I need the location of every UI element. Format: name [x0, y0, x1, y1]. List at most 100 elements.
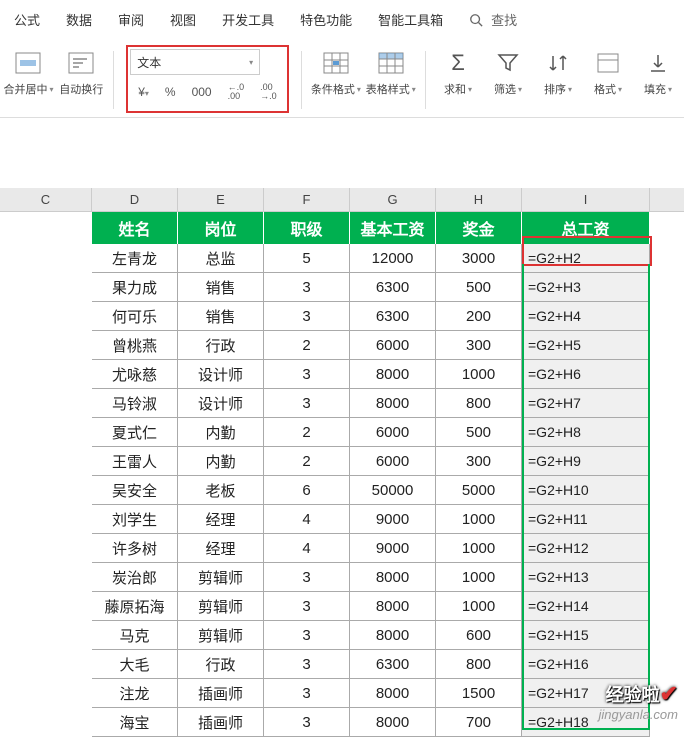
cell-name[interactable]: 许多树	[92, 534, 178, 563]
cell-name[interactable]: 何可乐	[92, 302, 178, 331]
col-header-c[interactable]: C	[0, 188, 92, 211]
cell-rank[interactable]: 3	[264, 360, 350, 389]
menu-devtools[interactable]: 开发工具	[218, 8, 278, 31]
cell-rank[interactable]: 3	[264, 302, 350, 331]
conditional-format-button[interactable]: 条件格式▾	[313, 47, 358, 113]
cell-position[interactable]: 插画师	[178, 708, 264, 737]
spreadsheet[interactable]: C D E F G H I 姓名 岗位 职级 基本工资 奖金 总工资 左青龙总监…	[0, 188, 684, 737]
cell-bonus[interactable]: 800	[436, 389, 522, 418]
cell-base[interactable]: 6300	[350, 650, 436, 679]
cell-bonus[interactable]: 1000	[436, 360, 522, 389]
col-header-i[interactable]: I	[522, 188, 650, 211]
cell-formula[interactable]: =G2+H5	[522, 331, 650, 360]
cell-formula[interactable]: =G2+H8	[522, 418, 650, 447]
cell-rank[interactable]: 3	[264, 679, 350, 708]
menu-data[interactable]: 数据	[62, 8, 96, 31]
cell-name[interactable]: 左青龙	[92, 244, 178, 273]
cell-formula[interactable]: =G2+H10	[522, 476, 650, 505]
cell-formula[interactable]: =G2+H15	[522, 621, 650, 650]
cell-formula[interactable]: =G2+H6	[522, 360, 650, 389]
cell-name[interactable]: 刘学生	[92, 505, 178, 534]
cell-base[interactable]: 8000	[350, 360, 436, 389]
cell-position[interactable]: 剪辑师	[178, 592, 264, 621]
cell-bonus[interactable]: 1500	[436, 679, 522, 708]
cell-formula[interactable]: =G2+H9	[522, 447, 650, 476]
fill-button[interactable]: 填充▾	[638, 47, 678, 113]
header-bonus[interactable]: 奖金	[436, 212, 522, 244]
cell-formula[interactable]: =G2+H12	[522, 534, 650, 563]
cell-base[interactable]: 8000	[350, 563, 436, 592]
cell-rank[interactable]: 3	[264, 621, 350, 650]
cell-name[interactable]: 马铃淑	[92, 389, 178, 418]
cell-base[interactable]: 6300	[350, 302, 436, 331]
cell-bonus[interactable]: 200	[436, 302, 522, 331]
cell[interactable]	[0, 534, 92, 563]
cell-position[interactable]: 行政	[178, 650, 264, 679]
cell-base[interactable]: 8000	[350, 389, 436, 418]
col-header-e[interactable]: E	[178, 188, 264, 211]
cell-base[interactable]: 9000	[350, 534, 436, 563]
cell-rank[interactable]: 2	[264, 418, 350, 447]
cell-position[interactable]: 经理	[178, 534, 264, 563]
cell-rank[interactable]: 3	[264, 592, 350, 621]
cell-position[interactable]: 销售	[178, 273, 264, 302]
cell-rank[interactable]: 3	[264, 273, 350, 302]
cell-bonus[interactable]: 500	[436, 273, 522, 302]
cell-name[interactable]: 尤咏慈	[92, 360, 178, 389]
percent-button[interactable]: %	[161, 83, 180, 101]
cell-bonus[interactable]: 300	[436, 447, 522, 476]
cell-bonus[interactable]: 700	[436, 708, 522, 737]
cell-rank[interactable]: 4	[264, 505, 350, 534]
cell[interactable]	[0, 331, 92, 360]
filter-button[interactable]: 筛选▾	[488, 47, 528, 113]
merge-center-button[interactable]: 合并居中▾	[6, 47, 51, 113]
cell-name[interactable]: 注龙	[92, 679, 178, 708]
cell-formula[interactable]: =G2+H14	[522, 592, 650, 621]
number-format-dropdown[interactable]: 文本 ▾	[130, 49, 260, 75]
cell-formula[interactable]: =G2+H4	[522, 302, 650, 331]
cell-rank[interactable]: 3	[264, 650, 350, 679]
table-style-button[interactable]: 表格样式▾	[368, 47, 413, 113]
format-button[interactable]: 格式▾	[588, 47, 628, 113]
header-position[interactable]: 岗位	[178, 212, 264, 244]
cell-rank[interactable]: 3	[264, 563, 350, 592]
cell[interactable]	[0, 447, 92, 476]
decrease-decimal-button[interactable]: .00→.0	[256, 81, 281, 103]
cell-position[interactable]: 内勤	[178, 447, 264, 476]
cell-name[interactable]: 吴安全	[92, 476, 178, 505]
menu-view[interactable]: 视图	[166, 8, 200, 31]
menu-features[interactable]: 特色功能	[296, 8, 356, 31]
header-total[interactable]: 总工资	[522, 212, 650, 244]
cell-bonus[interactable]: 1000	[436, 534, 522, 563]
cell-base[interactable]: 12000	[350, 244, 436, 273]
header-rank[interactable]: 职级	[264, 212, 350, 244]
cell-base[interactable]: 8000	[350, 679, 436, 708]
cell-formula[interactable]: =G2+H3	[522, 273, 650, 302]
cell-formula[interactable]: =G2+H7	[522, 389, 650, 418]
cell[interactable]	[0, 621, 92, 650]
cell-base[interactable]: 6000	[350, 331, 436, 360]
cell-bonus[interactable]: 600	[436, 621, 522, 650]
cell-rank[interactable]: 2	[264, 447, 350, 476]
cell-base[interactable]: 8000	[350, 708, 436, 737]
increase-decimal-button[interactable]: ←.0.00	[224, 81, 249, 103]
cell[interactable]	[0, 505, 92, 534]
cell-position[interactable]: 经理	[178, 505, 264, 534]
cell-position[interactable]: 剪辑师	[178, 563, 264, 592]
cell-rank[interactable]: 3	[264, 708, 350, 737]
cell[interactable]	[0, 563, 92, 592]
cell-bonus[interactable]: 1000	[436, 563, 522, 592]
cell-name[interactable]: 海宝	[92, 708, 178, 737]
cell-base[interactable]: 6000	[350, 418, 436, 447]
cell[interactable]	[0, 418, 92, 447]
cell-name[interactable]: 果力成	[92, 273, 178, 302]
cell-rank[interactable]: 5	[264, 244, 350, 273]
cell-bonus[interactable]: 300	[436, 331, 522, 360]
menu-smarttools[interactable]: 智能工具箱	[374, 8, 447, 31]
cell-position[interactable]: 总监	[178, 244, 264, 273]
col-header-d[interactable]: D	[92, 188, 178, 211]
cell-name[interactable]: 大毛	[92, 650, 178, 679]
cell-bonus[interactable]: 5000	[436, 476, 522, 505]
cell-rank[interactable]: 4	[264, 534, 350, 563]
cell-position[interactable]: 内勤	[178, 418, 264, 447]
